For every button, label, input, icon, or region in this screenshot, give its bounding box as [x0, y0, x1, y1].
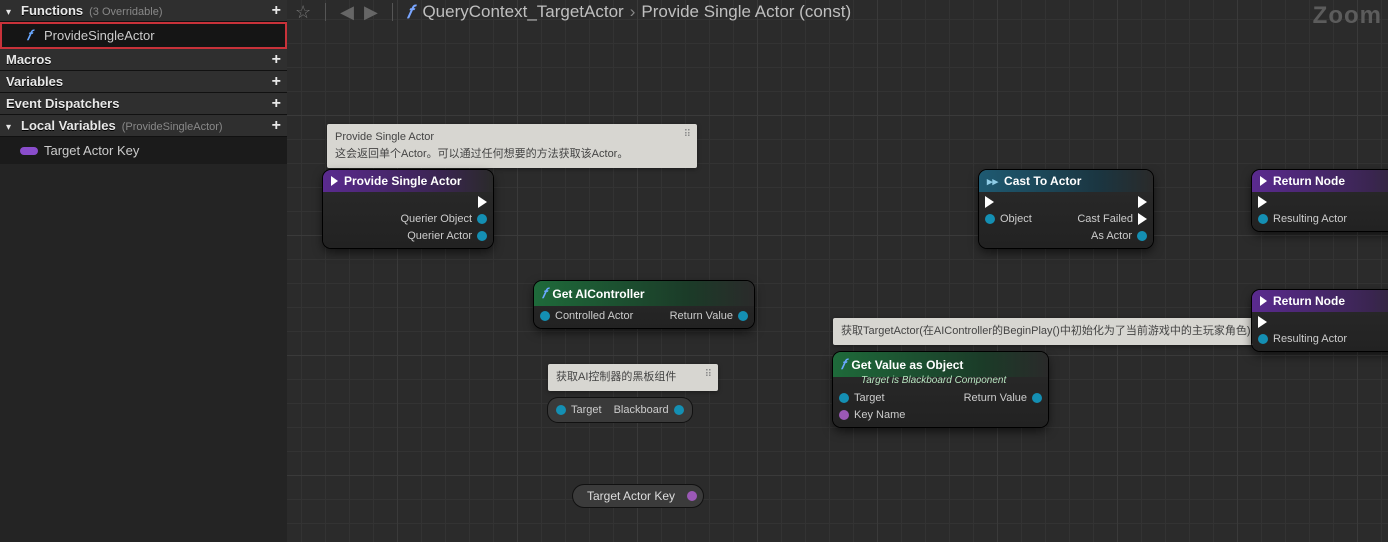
nav-fwd-icon[interactable]: ▶: [364, 2, 378, 23]
graph-canvas[interactable]: ☆ ◀ ▶ 𝑓 QueryContext_TargetActor›Provide…: [287, 0, 1388, 542]
tooltip-blackboard: ⠿ 获取AI控制器的黑板组件: [548, 364, 718, 391]
add-dispatcher-button[interactable]: +: [272, 97, 281, 111]
pin-querier-object[interactable]: Querier Object: [400, 213, 487, 225]
add-function-button[interactable]: +: [272, 4, 281, 18]
function-icon: 𝑓: [542, 285, 546, 302]
localvars-hint: (ProvideSingleActor): [122, 121, 223, 133]
tooltip-bb-text: 获取AI控制器的黑板组件: [556, 371, 676, 383]
macros-title: Macros: [6, 52, 52, 67]
return-icon: [1260, 176, 1267, 186]
cast-icon: ▸▸: [987, 175, 998, 188]
node-gvao-sub: Target is Blackboard Component: [833, 375, 1048, 388]
pin-gvao-keyname[interactable]: Key Name: [839, 409, 905, 421]
macros-header[interactable]: Macros +: [0, 49, 287, 71]
localvar-item-label: Target Actor Key: [44, 143, 139, 158]
pin-cast-exec-out[interactable]: [1138, 196, 1147, 208]
pin-bb-target[interactable]: Target: [556, 404, 602, 416]
tooltip-provide-single-actor: ⠿ Provide Single Actor 这会返回单个Actor。可以通过任…: [327, 124, 697, 168]
entry-icon: [331, 176, 338, 186]
pin-cast-asactor[interactable]: As Actor: [1091, 230, 1147, 242]
nav-back-icon[interactable]: ◀: [340, 2, 354, 23]
breadcrumb[interactable]: QueryContext_TargetActor›Provide Single …: [422, 2, 851, 22]
tooltip-psa-title: Provide Single Actor: [335, 130, 689, 145]
breadcrumb-parent[interactable]: QueryContext_TargetActor: [422, 2, 623, 21]
node-get-value-as-object[interactable]: 𝑓 Get Value as Object Target is Blackboar…: [833, 352, 1048, 427]
functions-hint: (3 Overridable): [89, 6, 162, 18]
pin-icon: ⠿: [705, 368, 712, 382]
tooltip-targetactor-text: 获取TargetActor(在AIController的BeginPlay()中…: [841, 325, 1251, 337]
node-get-aicontroller[interactable]: 𝑓 Get AIController Controlled Actor Retur…: [534, 281, 754, 328]
pin-varkey-out[interactable]: [687, 491, 697, 501]
tooltip-psa-body: 这会返回单个Actor。可以通过任何想要的方法获取该Actor。: [335, 148, 628, 160]
variables-header[interactable]: Variables +: [0, 71, 287, 93]
localvars-header[interactable]: ▾Local Variables(ProvideSingleActor) +: [0, 115, 287, 137]
pin-ret2-exec[interactable]: [1258, 316, 1347, 328]
breadcrumb-current: Provide Single Actor (const): [641, 2, 851, 21]
pin-exec-out[interactable]: [478, 196, 487, 208]
variables-title: Variables: [6, 74, 63, 89]
varnode-label: Target Actor Key: [587, 489, 675, 503]
localvar-item-targetactorkey[interactable]: Target Actor Key: [0, 137, 287, 164]
node-return-1[interactable]: Return Node Resulting Actor: [1252, 170, 1388, 231]
functions-header[interactable]: ▾Functions(3 Overridable) +: [0, 0, 287, 22]
dispatchers-title: Event Dispatchers: [6, 96, 119, 111]
pin-getai-return[interactable]: Return Value: [670, 310, 748, 322]
pin-bb-out[interactable]: Blackboard: [614, 404, 684, 416]
variable-icon: [20, 144, 38, 158]
pin-gvao-return[interactable]: Return Value: [964, 392, 1042, 404]
sidebar: ▾Functions(3 Overridable) + 𝑓 ProvideSin…: [0, 0, 287, 542]
pin-cast-object[interactable]: Object: [985, 213, 1032, 225]
pin-cast-exec-in[interactable]: [985, 196, 1032, 208]
favorite-icon[interactable]: ☆: [295, 2, 311, 23]
return-icon: [1260, 296, 1267, 306]
node-cast-to-actor[interactable]: ▸▸ Cast To Actor Object Cast Failed As Ac…: [979, 170, 1153, 248]
pin-gvao-target[interactable]: Target: [839, 392, 905, 404]
pin-icon: ⠿: [684, 128, 691, 142]
function-item-label: ProvideSingleActor: [44, 28, 155, 43]
node-ret2-title: Return Node: [1273, 294, 1345, 308]
pin-ret1-exec[interactable]: [1258, 196, 1347, 208]
function-breadcrumb-icon: 𝑓: [407, 2, 413, 23]
node-gvao-title: Get Value as Object: [851, 358, 963, 372]
node-psa-title: Provide Single Actor: [344, 174, 462, 188]
node-var-target-actor-key[interactable]: Target Actor Key: [573, 485, 703, 507]
add-localvar-button[interactable]: +: [272, 119, 281, 133]
node-ret1-title: Return Node: [1273, 174, 1345, 188]
node-provide-single-actor[interactable]: Provide Single Actor Querier Object Quer…: [323, 170, 493, 248]
function-icon: 𝑓: [841, 356, 845, 373]
pin-cast-failed[interactable]: Cast Failed: [1077, 213, 1147, 225]
node-getai-title: Get AIController: [552, 287, 644, 301]
node-blackboard[interactable]: Target Blackboard: [548, 398, 692, 422]
zoom-label: Zoom: [1313, 2, 1382, 30]
graph-toolbar: ☆ ◀ ▶ 𝑓 QueryContext_TargetActor›Provide…: [287, 0, 1388, 24]
pin-ret2-resulting[interactable]: Resulting Actor: [1258, 333, 1347, 345]
node-return-2[interactable]: Return Node Resulting Actor: [1252, 290, 1388, 351]
dispatchers-header[interactable]: Event Dispatchers +: [0, 93, 287, 115]
function-item-providesingleactor[interactable]: 𝑓 ProvideSingleActor: [0, 22, 287, 49]
node-cast-title: Cast To Actor: [1004, 174, 1081, 188]
pin-controlled-actor[interactable]: Controlled Actor: [540, 310, 633, 322]
functions-title: Functions: [21, 3, 83, 18]
function-icon: 𝑓: [20, 29, 38, 43]
add-variable-button[interactable]: +: [272, 75, 281, 89]
localvars-title: Local Variables: [21, 118, 116, 133]
pin-querier-actor[interactable]: Querier Actor: [407, 230, 487, 242]
add-macro-button[interactable]: +: [272, 53, 281, 67]
pin-ret1-resulting[interactable]: Resulting Actor: [1258, 213, 1347, 225]
